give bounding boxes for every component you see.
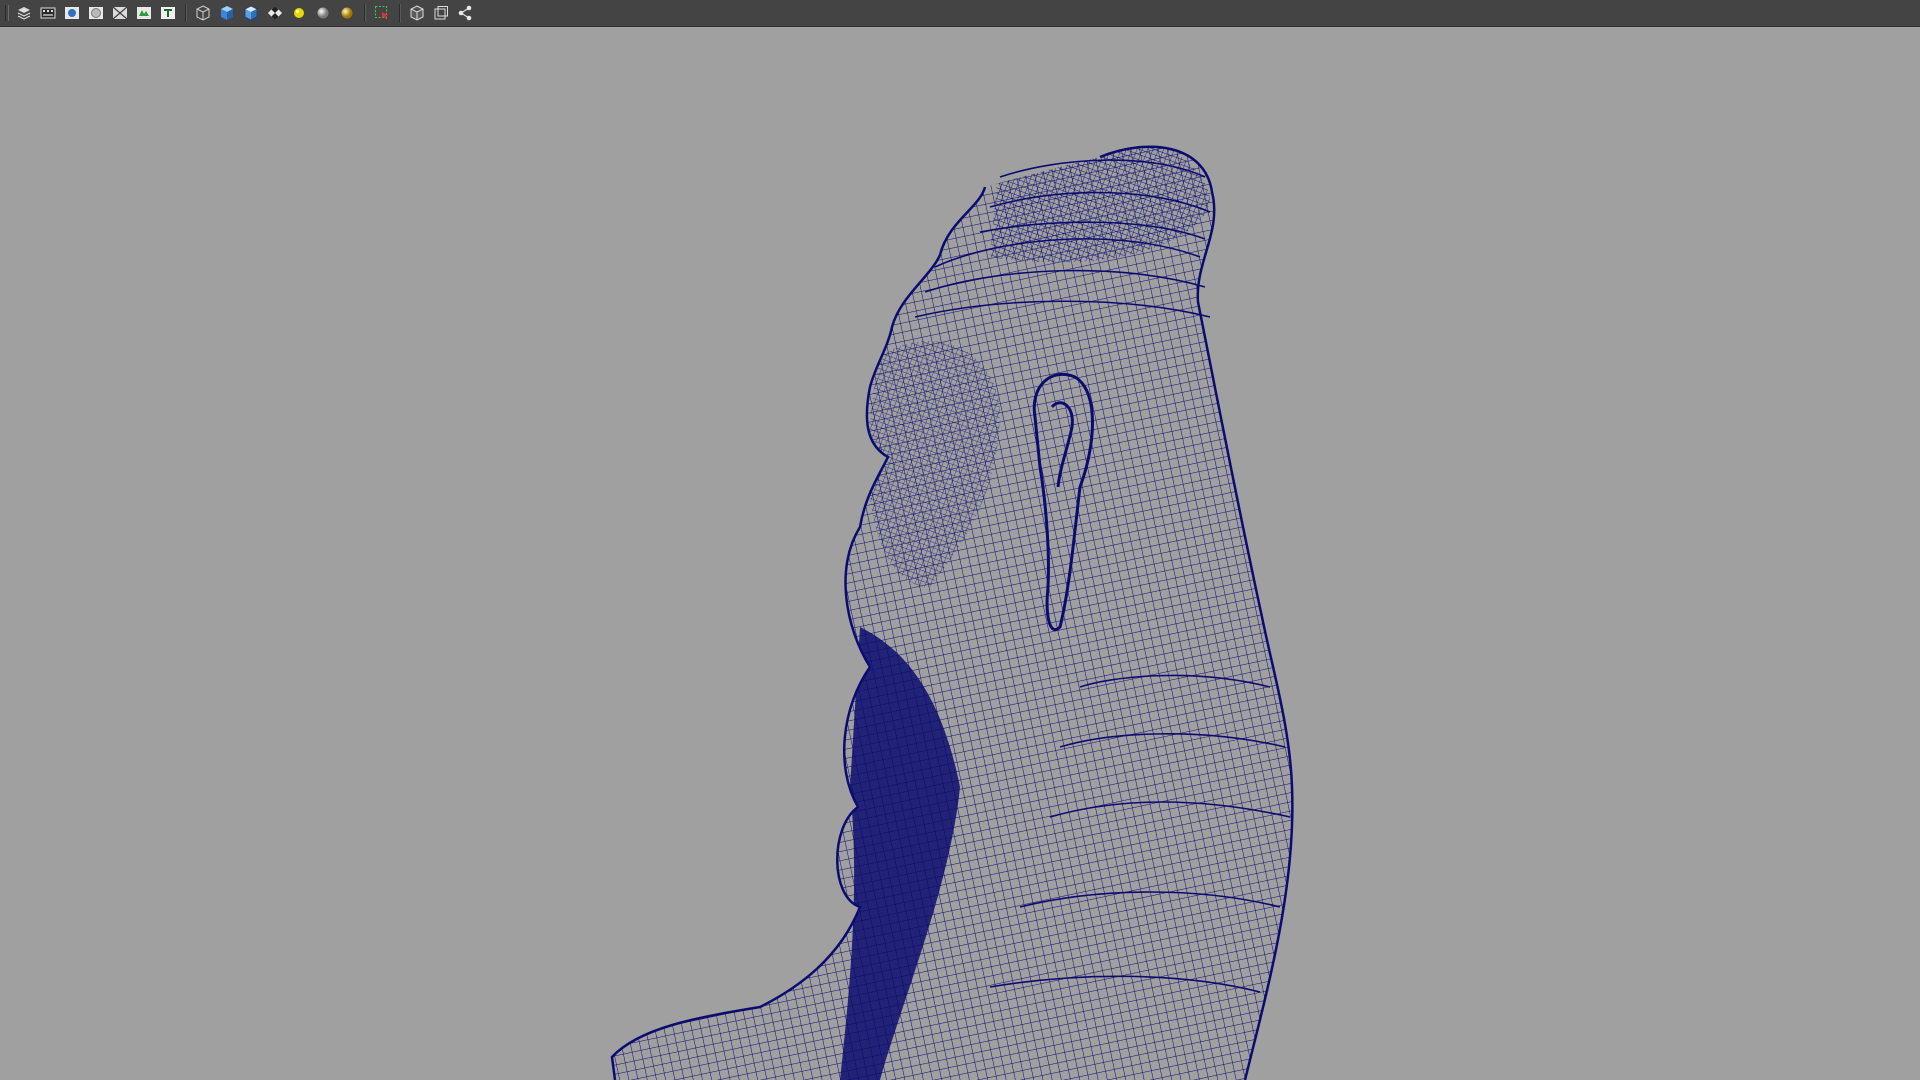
smooth-shade-cube-icon[interactable] [217,3,237,23]
toolbar-grip[interactable] [5,5,9,21]
resolution-gate-icon[interactable] [86,3,106,23]
toolbar-separator [364,4,365,22]
default-light-icon[interactable] [289,3,309,23]
wireframe-bust-model [610,145,1294,1080]
camera-attributes-icon[interactable] [62,3,82,23]
checker-icon[interactable] [265,3,285,23]
panel-toolbar [0,0,1920,27]
body-mesh [612,146,1293,1080]
select-highlight-icon[interactable] [372,3,392,23]
shadows-icon[interactable] [337,3,357,23]
frame-icon[interactable] [431,3,451,23]
layers-icon[interactable] [14,3,34,23]
textured-cube-icon[interactable] [241,3,261,23]
toolbar-separator [399,4,400,22]
film-gate-icon[interactable] [38,3,58,23]
toolbar-separator [185,4,186,22]
grease-pencil-icon[interactable] [134,3,154,23]
isolate-select-icon[interactable] [407,3,427,23]
3d-viewport[interactable] [0,27,1920,1080]
text-field-icon[interactable] [158,3,178,23]
safe-area-icon[interactable] [110,3,130,23]
wireframe-cube-icon[interactable] [193,3,213,23]
node-graph-icon[interactable] [455,3,475,23]
all-lights-icon[interactable] [313,3,333,23]
